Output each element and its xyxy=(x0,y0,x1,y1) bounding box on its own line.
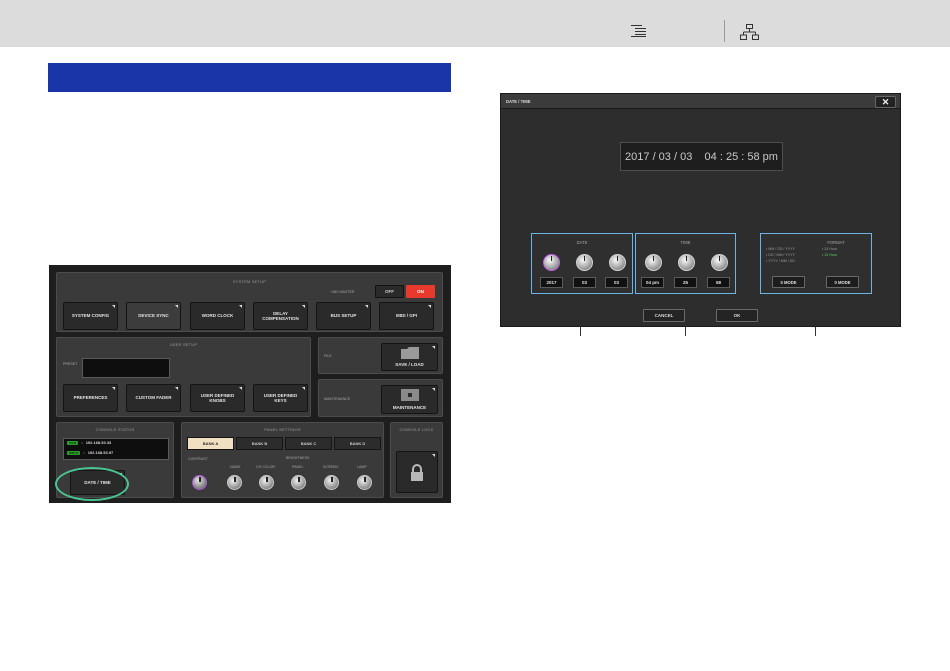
console-lock-button[interactable] xyxy=(396,451,438,493)
save-load-button[interactable]: SAVE / LOAD xyxy=(381,343,438,371)
date-callout-line xyxy=(580,327,581,336)
panel-knob-label: PANEL xyxy=(292,465,304,469)
delay-compensation-button[interactable]: DELAY COMPENSATION xyxy=(253,302,308,330)
bank-b-button[interactable]: BANK B xyxy=(236,437,283,450)
format-group-title: FORMAT xyxy=(827,240,845,245)
ok-button[interactable]: OK xyxy=(716,309,758,322)
time-mode-button[interactable]: 0 MODE xyxy=(826,276,859,288)
preset-label: PRESET xyxy=(63,362,78,366)
month-knob[interactable] xyxy=(576,254,593,271)
date-group: DATE 2017 03 03 xyxy=(531,233,633,294)
maintenance-button[interactable]: MAINTENANCE xyxy=(381,385,438,414)
user-defined-knobs-button[interactable]: USER DEFINED KNOBS xyxy=(190,384,245,412)
date-format-option[interactable]: • YYYY / MM / DD xyxy=(766,258,795,264)
dialog-titlebar: DATE / TIME ✕ xyxy=(501,94,900,109)
folder-icon xyxy=(401,347,419,359)
minute-knob[interactable] xyxy=(678,254,695,271)
midi-gpi-button[interactable]: MIDI / GPI xyxy=(379,302,434,330)
screen-knob-label: SCREEN xyxy=(323,465,338,469)
toolbar-separator xyxy=(724,20,725,42)
console-lock-panel: CONSOLE LOCK xyxy=(390,422,443,498)
time-format-option-selected[interactable]: • 12 Hour xyxy=(822,252,837,258)
cancel-button[interactable]: CANCEL xyxy=(643,309,685,322)
user-setup-title: USER SETUP xyxy=(169,342,198,347)
ch-color-brightness-knob[interactable] xyxy=(259,475,274,490)
system-setup-panel: SYSTEM SETUP +48V MASTER OFF ON SYSTEM C… xyxy=(56,272,443,332)
top-toolbar xyxy=(0,0,950,47)
date-mode-button[interactable]: 0 MODE xyxy=(772,276,805,288)
name-knob-label: NAME xyxy=(230,465,241,469)
lock-icon xyxy=(411,463,423,481)
year-knob[interactable] xyxy=(543,254,560,271)
year-value: 2017 xyxy=(540,277,563,288)
day-knob[interactable] xyxy=(609,254,626,271)
master-48v-label: +48V MASTER xyxy=(330,290,355,294)
user-setup-panel: USER SETUP PRESET PREFERENCES CUSTOM FAD… xyxy=(56,337,311,417)
ch-color-knob-label: CH COLOR xyxy=(256,465,275,469)
contrast-knob[interactable] xyxy=(192,475,207,490)
panel-settings-panel: PANEL SETTINGS BANK A BANK B BANK C BANK… xyxy=(181,422,384,498)
current-datetime-display: 2017 / 03 / 03 04 : 25 : 58 pm xyxy=(620,142,783,171)
panel-settings-title: PANEL SETTINGS xyxy=(264,427,301,432)
sitemap-tree-icon[interactable] xyxy=(740,24,759,40)
bank-a-button[interactable]: BANK A xyxy=(187,437,234,450)
format-group: FORMAT • MM / DD / YYYY • DD / MM / YYYY… xyxy=(760,233,872,294)
maintenance-label: MAINTENANCE xyxy=(324,397,351,401)
maintenance-panel: MAINTENANCE MAINTENANCE xyxy=(318,379,443,417)
second-knob[interactable] xyxy=(711,254,728,271)
lamp-brightness-knob[interactable] xyxy=(357,475,372,490)
day-value: 03 xyxy=(605,277,628,288)
date-format-list[interactable]: • MM / DD / YYYY • DD / MM / YYYY • YYYY… xyxy=(766,246,795,264)
preferences-button[interactable]: PREFERENCES xyxy=(63,384,118,412)
second-value: 58 xyxy=(707,277,730,288)
section-heading-bar xyxy=(48,63,451,92)
console-status-title: CONSOLE STATUS xyxy=(95,427,135,432)
master-off-button[interactable]: OFF xyxy=(375,285,404,298)
cs-ip-line: CS-R : 192.168.53.33 xyxy=(67,440,112,445)
bank-d-button[interactable]: BANK D xyxy=(334,437,381,450)
word-clock-button[interactable]: WORD CLOCK xyxy=(190,302,245,330)
time-group-title: TIME xyxy=(680,240,691,245)
custom-fader-button[interactable]: CUSTOM FADER xyxy=(126,384,181,412)
maintenance-icon xyxy=(401,389,419,401)
close-button[interactable]: ✕ xyxy=(875,96,896,108)
file-label: FILE xyxy=(324,354,332,358)
close-icon: ✕ xyxy=(881,96,890,107)
device-sync-button[interactable]: DEVICE SYNC xyxy=(126,302,181,330)
toc-list-icon[interactable] xyxy=(631,25,646,37)
date-group-title: DATE xyxy=(576,240,588,245)
hour-knob[interactable] xyxy=(645,254,662,271)
format-callout-line xyxy=(815,327,816,336)
date-time-dialog: DATE / TIME ✕ 2017 / 03 / 03 04 : 25 : 5… xyxy=(500,93,901,327)
bank-c-button[interactable]: BANK C xyxy=(285,437,332,450)
preset-name-field[interactable] xyxy=(82,358,170,378)
hour-value: 04 pm xyxy=(641,277,664,288)
dsp-ip-line: DSP-R : 192.168.53.97 xyxy=(67,450,114,455)
date-time-highlight xyxy=(55,467,129,501)
dialog-title: DATE / TIME xyxy=(506,99,531,104)
brightness-label: BRIGHTNESS xyxy=(286,456,310,460)
lamp-knob-label: LAMP xyxy=(357,465,367,469)
time-callout-line xyxy=(685,327,686,336)
system-setup-title: SYSTEM SETUP xyxy=(232,279,267,284)
setup-screen: SYSTEM SETUP +48V MASTER OFF ON SYSTEM C… xyxy=(49,265,451,503)
bus-setup-button[interactable]: BUS SETUP xyxy=(316,302,371,330)
manual-page: SYSTEM SETUP +48V MASTER OFF ON SYSTEM C… xyxy=(0,0,950,671)
screen-brightness-knob[interactable] xyxy=(324,475,339,490)
contrast-label: CONTRAST xyxy=(188,457,208,461)
name-brightness-knob[interactable] xyxy=(227,475,242,490)
month-value: 03 xyxy=(573,277,596,288)
system-config-button[interactable]: SYSTEM CONFIG xyxy=(63,302,118,330)
console-lock-title: CONSOLE LOCK xyxy=(399,427,434,432)
time-format-list[interactable]: • 24 Hour • 12 Hour xyxy=(822,246,837,258)
minute-value: 25 xyxy=(674,277,697,288)
panel-brightness-knob[interactable] xyxy=(291,475,306,490)
file-panel: FILE SAVE / LOAD xyxy=(318,337,443,374)
user-defined-keys-button[interactable]: USER DEFINED KEYS xyxy=(253,384,308,412)
time-group: TIME 04 pm 25 58 xyxy=(635,233,736,294)
master-on-button[interactable]: ON xyxy=(406,285,435,298)
